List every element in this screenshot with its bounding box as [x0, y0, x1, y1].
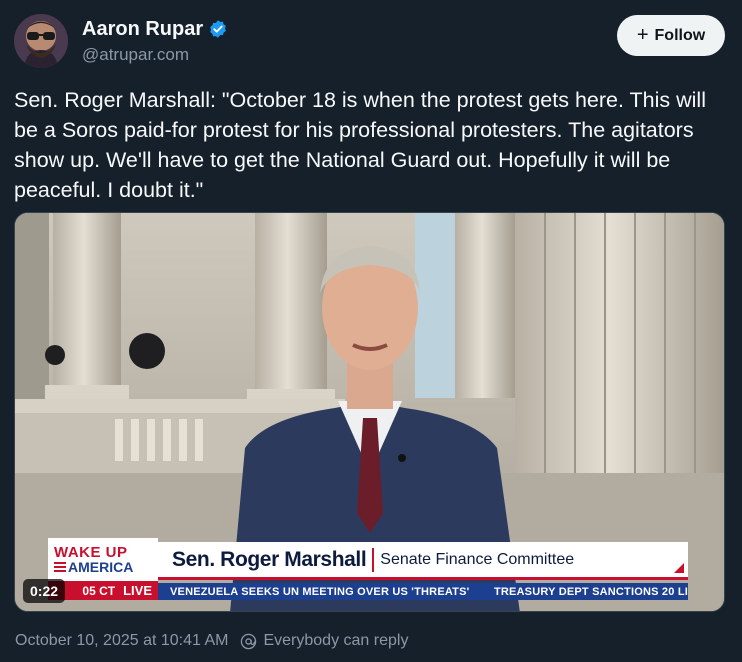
avatar[interactable] — [14, 14, 68, 68]
chyron-corner-accent — [674, 563, 684, 573]
chyron-role: Senate Finance Committee — [380, 550, 575, 568]
post-timestamp[interactable]: October 10, 2025 at 10:41 AM — [15, 632, 228, 650]
reply-setting: Everybody can reply — [263, 632, 409, 649]
follow-label: Follow — [654, 26, 706, 44]
chyron-separator — [372, 547, 375, 572]
flag-icon — [54, 562, 66, 572]
ticker-time: 05 CT — [82, 583, 116, 598]
chyron-name: Sen. Roger Marshall — [172, 547, 367, 571]
ticker-live: LIVE — [123, 583, 152, 598]
verified-badge-icon — [210, 20, 226, 38]
show-logo-top: WAKE UP — [54, 543, 128, 561]
author-handle[interactable]: @atrupar.com — [82, 45, 189, 65]
news-chyron: WAKE UP AMERICA Sen. Roger Marshall Sena… — [48, 538, 691, 600]
follow-button[interactable]: + Follow — [617, 15, 725, 56]
ticker-item: TREASURY DEPT SANCTIONS 20 LI — [493, 585, 688, 598]
video-duration-badge: 0:22 — [23, 579, 66, 603]
at-sign-icon — [241, 633, 257, 649]
news-ticker: VENEZUELA SEEKS UN MEETING OVER US 'THRE… — [158, 583, 688, 600]
show-logo-bottom-text: AMERICA — [68, 558, 134, 575]
show-logo: WAKE UP AMERICA — [48, 538, 158, 581]
post-footer: October 10, 2025 at 10:41 AM Everybody c… — [15, 632, 408, 650]
author-display-name[interactable]: Aaron Rupar — [82, 17, 203, 41]
plus-icon: + — [636, 23, 649, 46]
ticker-item: VENEZUELA SEEKS UN MEETING OVER US 'THRE… — [170, 585, 470, 598]
show-logo-bottom: AMERICA — [54, 558, 158, 575]
video-player[interactable]: WAKE UP AMERICA Sen. Roger Marshall Sena… — [14, 212, 725, 612]
author-name-row: Aaron Rupar — [82, 17, 228, 41]
avatar-image — [14, 14, 68, 68]
chyron-name-bar: Sen. Roger Marshall Senate Finance Commi… — [158, 542, 688, 580]
post: Aaron Rupar @atrupar.com + Follow Sen. R… — [0, 0, 742, 662]
tweet-text: Sen. Roger Marshall: "October 18 is when… — [14, 88, 706, 202]
